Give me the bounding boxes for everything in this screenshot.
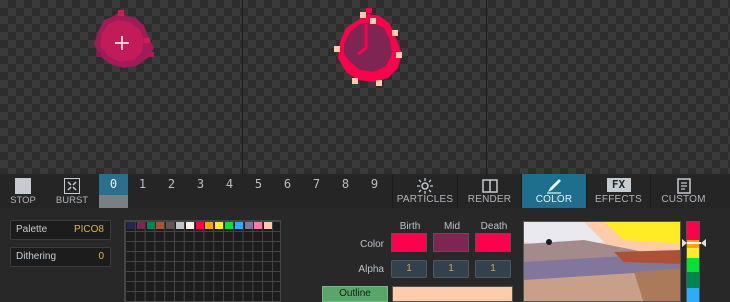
stop-icon xyxy=(15,178,31,194)
death-header: Death xyxy=(480,221,508,232)
frame-number: 8 xyxy=(341,177,350,191)
birth-header: Birth xyxy=(399,221,421,232)
document-icon xyxy=(676,178,691,194)
tab-render[interactable]: RENDER xyxy=(457,174,521,208)
palette-swatch[interactable] xyxy=(254,222,263,229)
gradient-preview xyxy=(524,222,680,301)
palette-swatch[interactable] xyxy=(127,222,135,229)
hue-slider[interactable] xyxy=(686,221,700,302)
burst-icon xyxy=(64,178,80,194)
palette-label: Palette xyxy=(16,224,48,235)
frame-number: 0 xyxy=(109,177,118,191)
crosshair-cursor-icon xyxy=(115,36,129,50)
palette-swatch[interactable] xyxy=(195,222,204,229)
fx-icon: FX xyxy=(606,178,631,192)
picker-handle-icon xyxy=(546,239,552,245)
toolbar: STOP BURST 0 1 2 3 4 5 6 7 8 9 PARTICLES… xyxy=(0,174,730,208)
frame-tab-4[interactable]: 4 xyxy=(215,174,244,208)
palette-swatch[interactable] xyxy=(176,222,184,229)
palette-value: PICO8 xyxy=(73,224,104,235)
burst-label: BURST xyxy=(55,195,89,206)
mid-color-swatch[interactable] xyxy=(433,233,469,252)
tab-color-label: COLOR xyxy=(535,194,573,205)
birth-color-swatch[interactable] xyxy=(391,233,427,252)
tab-custom[interactable]: CUSTOM xyxy=(650,174,716,208)
frame-number: 5 xyxy=(254,177,263,191)
frame-number: 2 xyxy=(167,177,176,191)
tab-custom-label: CUSTOM xyxy=(661,194,706,205)
palette-swatch[interactable] xyxy=(166,222,175,229)
tab-effects-label: EFFECTS xyxy=(595,194,642,205)
frame-tab-1[interactable]: 1 xyxy=(128,174,157,208)
palette-swatch[interactable] xyxy=(215,222,224,229)
dithering-field[interactable]: Dithering 0 xyxy=(10,247,111,267)
palette-swatch[interactable] xyxy=(185,222,194,229)
frame-tab-3[interactable]: 3 xyxy=(186,174,215,208)
stop-button[interactable]: STOP xyxy=(0,174,46,208)
tab-effects[interactable]: FX EFFECTS xyxy=(586,174,650,208)
frame-tab-6[interactable]: 6 xyxy=(273,174,302,208)
palette-swatch[interactable] xyxy=(156,222,165,229)
sun-icon xyxy=(417,178,433,194)
palette-swatch[interactable] xyxy=(225,222,233,229)
tab-color[interactable]: COLOR xyxy=(521,174,586,208)
frame-number: 9 xyxy=(370,177,379,191)
stop-label: STOP xyxy=(10,195,36,206)
alpha-row-label: Alpha xyxy=(358,264,384,275)
color-row-label: Color xyxy=(360,239,384,250)
palette-swatch[interactable] xyxy=(234,222,243,229)
mid-alpha-input[interactable]: 1 xyxy=(433,260,469,278)
palette-swatch[interactable] xyxy=(244,222,253,229)
palette-swatch[interactable] xyxy=(264,222,273,229)
palette-swatch[interactable] xyxy=(146,222,155,229)
death-alpha-input[interactable]: 1 xyxy=(475,260,511,278)
preview-pane-divider xyxy=(486,0,487,174)
frame-tab-9[interactable]: 9 xyxy=(360,174,389,208)
hue-slider-handle-icon[interactable] xyxy=(682,238,706,248)
dithering-value: 0 xyxy=(98,251,104,262)
frame-tab-0[interactable]: 0 xyxy=(99,174,128,208)
mid-header: Mid xyxy=(443,221,461,232)
frame-tab-2[interactable]: 2 xyxy=(157,174,186,208)
frame-number: 4 xyxy=(225,177,234,191)
dithering-label: Dithering xyxy=(16,251,57,262)
frame-number: 7 xyxy=(312,177,321,191)
frame-tab-7[interactable]: 7 xyxy=(302,174,331,208)
palette-swatch[interactable] xyxy=(205,222,214,229)
palette-swatch[interactable] xyxy=(136,222,145,229)
preview-pane-divider xyxy=(242,0,243,174)
tab-render-label: RENDER xyxy=(467,194,512,205)
brush-icon xyxy=(547,179,561,194)
tab-particles[interactable]: PARTICLES xyxy=(392,174,457,208)
burst-button[interactable]: BURST xyxy=(48,174,96,208)
outline-button[interactable]: Outline xyxy=(322,286,388,302)
particle-burst-center xyxy=(334,8,402,86)
book-icon xyxy=(481,179,498,193)
frame-number: 1 xyxy=(138,177,147,191)
color-gradient-picker[interactable] xyxy=(523,221,681,302)
outline-color-swatch[interactable] xyxy=(392,286,513,302)
frame-number: 3 xyxy=(196,177,205,191)
tab-particles-label: PARTICLES xyxy=(396,194,454,205)
frame-number: 6 xyxy=(283,177,292,191)
particle-preview-area[interactable] xyxy=(0,0,730,174)
birth-alpha-input[interactable]: 1 xyxy=(391,260,427,278)
frame-tab-8[interactable]: 8 xyxy=(331,174,360,208)
palette-selector[interactable]: Palette PICO8 xyxy=(10,220,111,240)
frame-tab-5[interactable]: 5 xyxy=(244,174,273,208)
palette-grid[interactable] xyxy=(124,220,281,302)
death-color-swatch[interactable] xyxy=(475,233,511,252)
